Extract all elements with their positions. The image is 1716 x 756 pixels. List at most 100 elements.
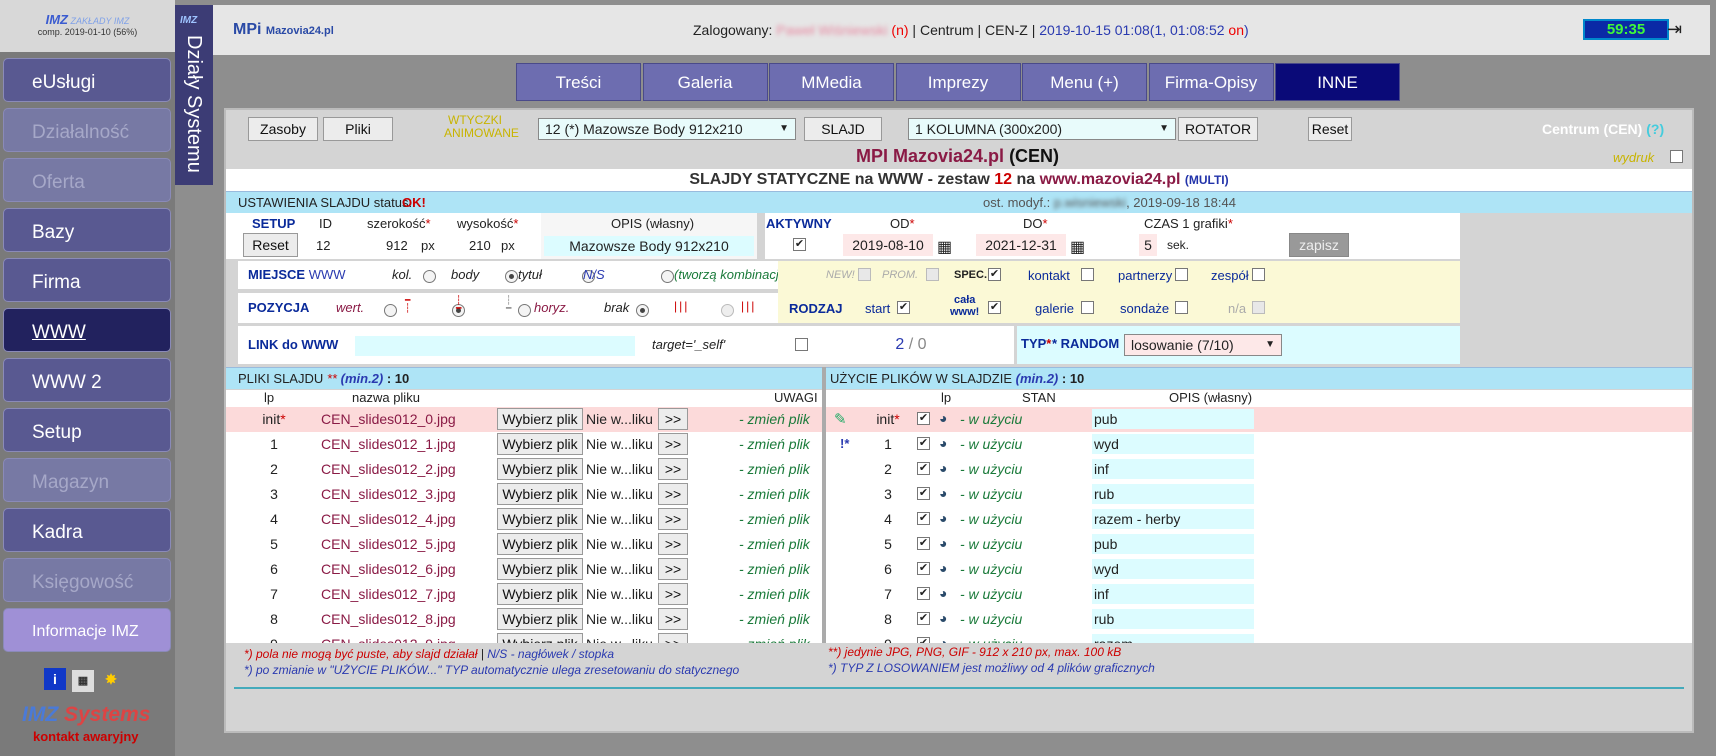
- sidebar-item-9[interactable]: Kadra: [3, 508, 171, 552]
- upload-go-button[interactable]: >>: [658, 433, 688, 455]
- wert-top-radio[interactable]: [384, 304, 397, 318]
- info-icon[interactable]: i: [44, 668, 66, 690]
- plugin-select[interactable]: 12 (*) Mazowsze Body 912x210: [538, 118, 796, 140]
- start-checkbox[interactable]: ✔: [897, 301, 910, 314]
- usage-desc-input[interactable]: inf: [1092, 459, 1254, 479]
- sondaze-checkbox[interactable]: [1175, 301, 1188, 314]
- body-radio[interactable]: [504, 270, 518, 284]
- usage-checkbox[interactable]: ✔: [917, 512, 930, 525]
- upload-go-button[interactable]: >>: [658, 483, 688, 505]
- change-file-link[interactable]: - zmień plik: [739, 411, 810, 427]
- change-file-link[interactable]: - zmień plik: [739, 611, 810, 627]
- usage-checkbox[interactable]: ✔: [917, 562, 930, 575]
- change-file-link[interactable]: - zmień plik: [739, 536, 810, 552]
- preview-icon[interactable]: ◕: [939, 485, 947, 501]
- usage-desc-input[interactable]: rub: [1092, 609, 1254, 629]
- usage-checkbox[interactable]: ✔: [917, 437, 930, 450]
- tab-1[interactable]: Galeria: [642, 63, 768, 101]
- usage-checkbox[interactable]: ✔: [917, 587, 930, 600]
- upload-go-button[interactable]: >>: [658, 508, 688, 530]
- preview-icon[interactable]: ◕: [939, 585, 947, 601]
- choose-file-button[interactable]: Wybierz plik: [497, 508, 583, 530]
- preview-icon[interactable]: ◕: [939, 460, 947, 476]
- usage-desc-input[interactable]: pub: [1092, 409, 1254, 429]
- rotator-button[interactable]: ROTATOR: [1178, 117, 1258, 141]
- prom-checkbox[interactable]: [926, 268, 939, 281]
- upload-go-button[interactable]: >>: [658, 583, 688, 605]
- change-file-link[interactable]: - zmień plik: [739, 511, 810, 527]
- sidebar-item-7[interactable]: Setup: [3, 408, 171, 452]
- preview-icon[interactable]: ◕: [939, 510, 947, 526]
- ns-radio[interactable]: [660, 270, 674, 284]
- date-to-input[interactable]: 2021-12-31: [976, 234, 1066, 256]
- tab-6[interactable]: INNE: [1275, 63, 1400, 101]
- sidebar-item-6[interactable]: WWW 2: [3, 358, 171, 402]
- choose-file-button[interactable]: Wybierz plik: [497, 458, 583, 480]
- calendar-from-icon[interactable]: ▦: [937, 237, 952, 257]
- tab-3[interactable]: Imprezy: [895, 63, 1021, 101]
- choose-file-button[interactable]: Wybierz plik: [497, 408, 583, 430]
- emergency-contact-link[interactable]: kontakt awaryjny: [33, 729, 139, 744]
- new-checkbox[interactable]: [858, 268, 871, 281]
- tab-2[interactable]: MMedia: [769, 63, 894, 101]
- na-checkbox[interactable]: [1252, 301, 1265, 314]
- choose-file-button[interactable]: Wybierz plik: [497, 433, 583, 455]
- sidebar-item-4[interactable]: Firma: [3, 258, 171, 302]
- link-input[interactable]: [355, 336, 635, 356]
- reset-top-button[interactable]: Reset: [1308, 117, 1352, 141]
- usage-checkbox[interactable]: ✔: [917, 462, 930, 475]
- tab-0[interactable]: Treści: [516, 63, 641, 101]
- usage-desc-input[interactable]: rub: [1092, 484, 1254, 504]
- galerie-checkbox[interactable]: [1081, 301, 1094, 314]
- setup-reset-button[interactable]: Reset: [243, 233, 298, 257]
- upload-go-button[interactable]: >>: [658, 558, 688, 580]
- kontakt-checkbox[interactable]: [1081, 268, 1094, 281]
- upload-go-button[interactable]: >>: [658, 608, 688, 630]
- sidebar-item-1[interactable]: Działalność: [3, 108, 171, 152]
- usage-checkbox[interactable]: ✔: [917, 537, 930, 550]
- system-departments-tab[interactable]: IMZ Działy Systemu: [175, 5, 213, 185]
- print-checkbox[interactable]: [1670, 150, 1683, 163]
- active-checkbox[interactable]: ✔: [793, 238, 806, 251]
- change-file-link[interactable]: - zmień plik: [739, 436, 810, 452]
- calendar-icon[interactable]: ▦: [72, 670, 94, 692]
- kol-radio[interactable]: [423, 270, 436, 284]
- brak-radio[interactable]: [635, 304, 649, 318]
- zasoby-button[interactable]: Zasoby: [248, 117, 318, 141]
- logout-icon[interactable]: ⇥: [1667, 19, 1682, 40]
- new-calendar-icon[interactable]: ✸: [100, 668, 122, 690]
- usage-desc-input[interactable]: wyd: [1092, 434, 1254, 454]
- target-checkbox[interactable]: [795, 338, 808, 351]
- sidebar-item-10[interactable]: Księgowość: [3, 558, 171, 602]
- slajd-button[interactable]: SLAJD: [804, 117, 882, 141]
- sidebar-item-3[interactable]: Bazy: [3, 208, 171, 252]
- choose-file-button[interactable]: Wybierz plik: [497, 558, 583, 580]
- change-file-link[interactable]: - zmień plik: [739, 486, 810, 502]
- tab-4[interactable]: Menu (+): [1022, 63, 1147, 101]
- choose-file-button[interactable]: Wybierz plik: [497, 533, 583, 555]
- usage-desc-input[interactable]: pub: [1092, 534, 1254, 554]
- opis-input[interactable]: Mazowsze Body 912x210: [544, 236, 754, 256]
- spec-checkbox[interactable]: ✔: [988, 268, 1001, 281]
- usage-checkbox[interactable]: ✔: [917, 612, 930, 625]
- usage-desc-input[interactable]: wyd: [1092, 559, 1254, 579]
- partnerzy-checkbox[interactable]: [1175, 268, 1188, 281]
- date-from-input[interactable]: 2019-08-10: [843, 234, 933, 256]
- duration-input[interactable]: 5: [1139, 234, 1157, 256]
- upload-go-button[interactable]: >>: [658, 408, 688, 430]
- sidebar-item-8[interactable]: Magazyn: [3, 458, 171, 502]
- preview-icon[interactable]: ◕: [939, 610, 947, 626]
- brand-logo[interactable]: MPi Mazovia24.pl: [233, 21, 334, 39]
- preview-icon[interactable]: ◕: [939, 435, 947, 451]
- cala-www-checkbox[interactable]: ✔: [988, 301, 1001, 314]
- type-select[interactable]: losowanie (7/10): [1124, 334, 1282, 356]
- preview-icon[interactable]: ◕: [939, 410, 947, 426]
- horyz-left-radio[interactable]: [720, 304, 734, 318]
- usage-checkbox[interactable]: ✔: [917, 412, 930, 425]
- tab-5[interactable]: Firma-Opisy: [1148, 63, 1274, 101]
- usage-checkbox[interactable]: ✔: [917, 487, 930, 500]
- preview-icon[interactable]: ◕: [939, 535, 947, 551]
- edit-icon[interactable]: ✎: [834, 410, 847, 428]
- upload-go-button[interactable]: >>: [658, 458, 688, 480]
- change-file-link[interactable]: - zmień plik: [739, 586, 810, 602]
